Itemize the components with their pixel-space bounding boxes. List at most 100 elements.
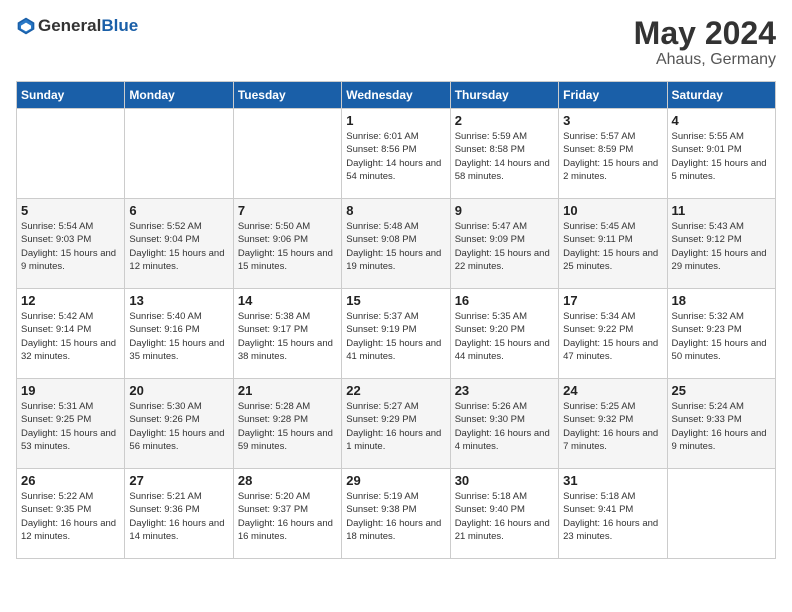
day-info: Sunrise: 5:28 AMSunset: 9:28 PMDaylight:… [238, 400, 337, 453]
day-info: Sunrise: 5:57 AMSunset: 8:59 PMDaylight:… [563, 130, 662, 183]
logo-icon [16, 16, 36, 36]
calendar-cell [233, 109, 341, 199]
day-info: Sunrise: 5:31 AMSunset: 9:25 PMDaylight:… [21, 400, 120, 453]
day-number: 1 [346, 113, 445, 128]
day-info: Sunrise: 6:01 AMSunset: 8:56 PMDaylight:… [346, 130, 445, 183]
logo-text: GeneralBlue [38, 17, 138, 36]
day-info: Sunrise: 5:47 AMSunset: 9:09 PMDaylight:… [455, 220, 554, 273]
day-number: 31 [563, 473, 662, 488]
day-info: Sunrise: 5:27 AMSunset: 9:29 PMDaylight:… [346, 400, 445, 453]
location: Ahaus, Germany [634, 51, 776, 69]
day-info: Sunrise: 5:35 AMSunset: 9:20 PMDaylight:… [455, 310, 554, 363]
calendar-week-3: 12 Sunrise: 5:42 AMSunset: 9:14 PMDayligh… [17, 289, 776, 379]
weekday-header-sunday: Sunday [17, 82, 125, 109]
day-number: 22 [346, 383, 445, 398]
page-header: GeneralBlue May 2024 Ahaus, Germany [16, 16, 776, 69]
calendar-cell: 13Sunrise: 5:40 AMSunset: 9:16 PMDayligh… [125, 289, 233, 379]
calendar-table: SundayMondayTuesdayWednesdayThursdayFrid… [16, 81, 776, 559]
calendar-cell: 24Sunrise: 5:25 AMSunset: 9:32 PMDayligh… [559, 379, 667, 469]
day-number: 21 [238, 383, 337, 398]
month-title: May 2024 [634, 16, 776, 51]
calendar-cell: 26 Sunrise: 5:22 AMSunset: 9:35 PMDayligh… [17, 469, 125, 559]
day-number: 13 [129, 293, 228, 308]
day-info: Sunrise: 5:45 AMSunset: 9:11 PMDaylight:… [563, 220, 662, 273]
calendar-cell: 16 Sunrise: 5:35 AMSunset: 9:20 PMDayligh… [450, 289, 558, 379]
day-number: 6 [129, 203, 228, 218]
day-info: Sunrise: 5:19 AMSunset: 9:38 PMDaylight:… [346, 490, 445, 543]
calendar-cell [667, 469, 775, 559]
weekday-header-wednesday: Wednesday [342, 82, 450, 109]
calendar-cell: 14 Sunrise: 5:38 AMSunset: 9:17 PMDayligh… [233, 289, 341, 379]
day-info: Sunrise: 5:54 AMSunset: 9:03 PMDaylight:… [21, 220, 120, 273]
day-number: 11 [672, 203, 771, 218]
calendar-cell: 28 Sunrise: 5:20 AMSunset: 9:37 PMDayligh… [233, 469, 341, 559]
weekday-header-monday: Monday [125, 82, 233, 109]
calendar-cell: 3 Sunrise: 5:57 AMSunset: 8:59 PMDaylight… [559, 109, 667, 199]
calendar-cell: 9 Sunrise: 5:47 AMSunset: 9:09 PMDaylight… [450, 199, 558, 289]
calendar-cell: 4 Sunrise: 5:55 AMSunset: 9:01 PMDaylight… [667, 109, 775, 199]
day-number: 28 [238, 473, 337, 488]
calendar-cell [125, 109, 233, 199]
day-number: 27 [129, 473, 228, 488]
day-number: 8 [346, 203, 445, 218]
day-number: 16 [455, 293, 554, 308]
calendar-cell: 5 Sunrise: 5:54 AMSunset: 9:03 PMDaylight… [17, 199, 125, 289]
day-info: Sunrise: 5:30 AMSunset: 9:26 PMDaylight:… [129, 400, 228, 453]
day-number: 18 [672, 293, 771, 308]
day-info: Sunrise: 5:52 AMSunset: 9:04 PMDaylight:… [129, 220, 228, 273]
day-info: Sunrise: 5:38 AMSunset: 9:17 PMDaylight:… [238, 310, 337, 363]
calendar-cell: 17Sunrise: 5:34 AMSunset: 9:22 PMDayligh… [559, 289, 667, 379]
calendar-cell: 11 Sunrise: 5:43 AMSunset: 9:12 PMDayligh… [667, 199, 775, 289]
calendar-cell: 27 Sunrise: 5:21 AMSunset: 9:36 PMDayligh… [125, 469, 233, 559]
day-info: Sunrise: 5:32 AMSunset: 9:23 PMDaylight:… [672, 310, 771, 363]
day-number: 25 [672, 383, 771, 398]
calendar-cell: 8 Sunrise: 5:48 AMSunset: 9:08 PMDaylight… [342, 199, 450, 289]
weekday-header-saturday: Saturday [667, 82, 775, 109]
calendar-cell: 23Sunrise: 5:26 AMSunset: 9:30 PMDayligh… [450, 379, 558, 469]
calendar-week-1: 1 Sunrise: 6:01 AMSunset: 8:56 PMDaylight… [17, 109, 776, 199]
calendar-cell: 21 Sunrise: 5:28 AMSunset: 9:28 PMDayligh… [233, 379, 341, 469]
calendar-cell: 6 Sunrise: 5:52 AMSunset: 9:04 PMDaylight… [125, 199, 233, 289]
day-number: 26 [21, 473, 120, 488]
day-info: Sunrise: 5:48 AMSunset: 9:08 PMDaylight:… [346, 220, 445, 273]
weekday-header-row: SundayMondayTuesdayWednesdayThursdayFrid… [17, 82, 776, 109]
day-number: 30 [455, 473, 554, 488]
calendar-cell: 22 Sunrise: 5:27 AMSunset: 9:29 PMDayligh… [342, 379, 450, 469]
day-number: 14 [238, 293, 337, 308]
day-info: Sunrise: 5:55 AMSunset: 9:01 PMDaylight:… [672, 130, 771, 183]
calendar-cell: 25 Sunrise: 5:24 AMSunset: 9:33 PMDayligh… [667, 379, 775, 469]
calendar-cell: 20 Sunrise: 5:30 AMSunset: 9:26 PMDayligh… [125, 379, 233, 469]
day-info: Sunrise: 5:21 AMSunset: 9:36 PMDaylight:… [129, 490, 228, 543]
day-number: 2 [455, 113, 554, 128]
day-number: 29 [346, 473, 445, 488]
day-number: 10 [563, 203, 662, 218]
day-info: Sunrise: 5:50 AMSunset: 9:06 PMDaylight:… [238, 220, 337, 273]
day-number: 12 [21, 293, 120, 308]
title-block: May 2024 Ahaus, Germany [634, 16, 776, 69]
day-number: 15 [346, 293, 445, 308]
calendar-cell: 19Sunrise: 5:31 AMSunset: 9:25 PMDayligh… [17, 379, 125, 469]
day-info: Sunrise: 5:43 AMSunset: 9:12 PMDaylight:… [672, 220, 771, 273]
calendar-cell: 10 Sunrise: 5:45 AMSunset: 9:11 PMDayligh… [559, 199, 667, 289]
day-info: Sunrise: 5:37 AMSunset: 9:19 PMDaylight:… [346, 310, 445, 363]
day-number: 9 [455, 203, 554, 218]
calendar-cell: 2Sunrise: 5:59 AMSunset: 8:58 PMDaylight… [450, 109, 558, 199]
day-info: Sunrise: 5:18 AMSunset: 9:41 PMDaylight:… [563, 490, 662, 543]
day-info: Sunrise: 5:20 AMSunset: 9:37 PMDaylight:… [238, 490, 337, 543]
day-number: 3 [563, 113, 662, 128]
calendar-cell: 15 Sunrise: 5:37 AMSunset: 9:19 PMDayligh… [342, 289, 450, 379]
calendar-week-4: 19Sunrise: 5:31 AMSunset: 9:25 PMDayligh… [17, 379, 776, 469]
day-info: Sunrise: 5:22 AMSunset: 9:35 PMDaylight:… [21, 490, 120, 543]
calendar-week-2: 5 Sunrise: 5:54 AMSunset: 9:03 PMDaylight… [17, 199, 776, 289]
calendar-cell: 18 Sunrise: 5:32 AMSunset: 9:23 PMDayligh… [667, 289, 775, 379]
day-info: Sunrise: 5:24 AMSunset: 9:33 PMDaylight:… [672, 400, 771, 453]
day-number: 20 [129, 383, 228, 398]
weekday-header-tuesday: Tuesday [233, 82, 341, 109]
day-number: 5 [21, 203, 120, 218]
calendar-cell: 31 Sunrise: 5:18 AMSunset: 9:41 PMDayligh… [559, 469, 667, 559]
day-info: Sunrise: 5:42 AMSunset: 9:14 PMDaylight:… [21, 310, 120, 363]
day-number: 4 [672, 113, 771, 128]
calendar-cell: 1 Sunrise: 6:01 AMSunset: 8:56 PMDaylight… [342, 109, 450, 199]
day-info: Sunrise: 5:25 AMSunset: 9:32 PMDaylight:… [563, 400, 662, 453]
calendar-cell: 29 Sunrise: 5:19 AMSunset: 9:38 PMDayligh… [342, 469, 450, 559]
